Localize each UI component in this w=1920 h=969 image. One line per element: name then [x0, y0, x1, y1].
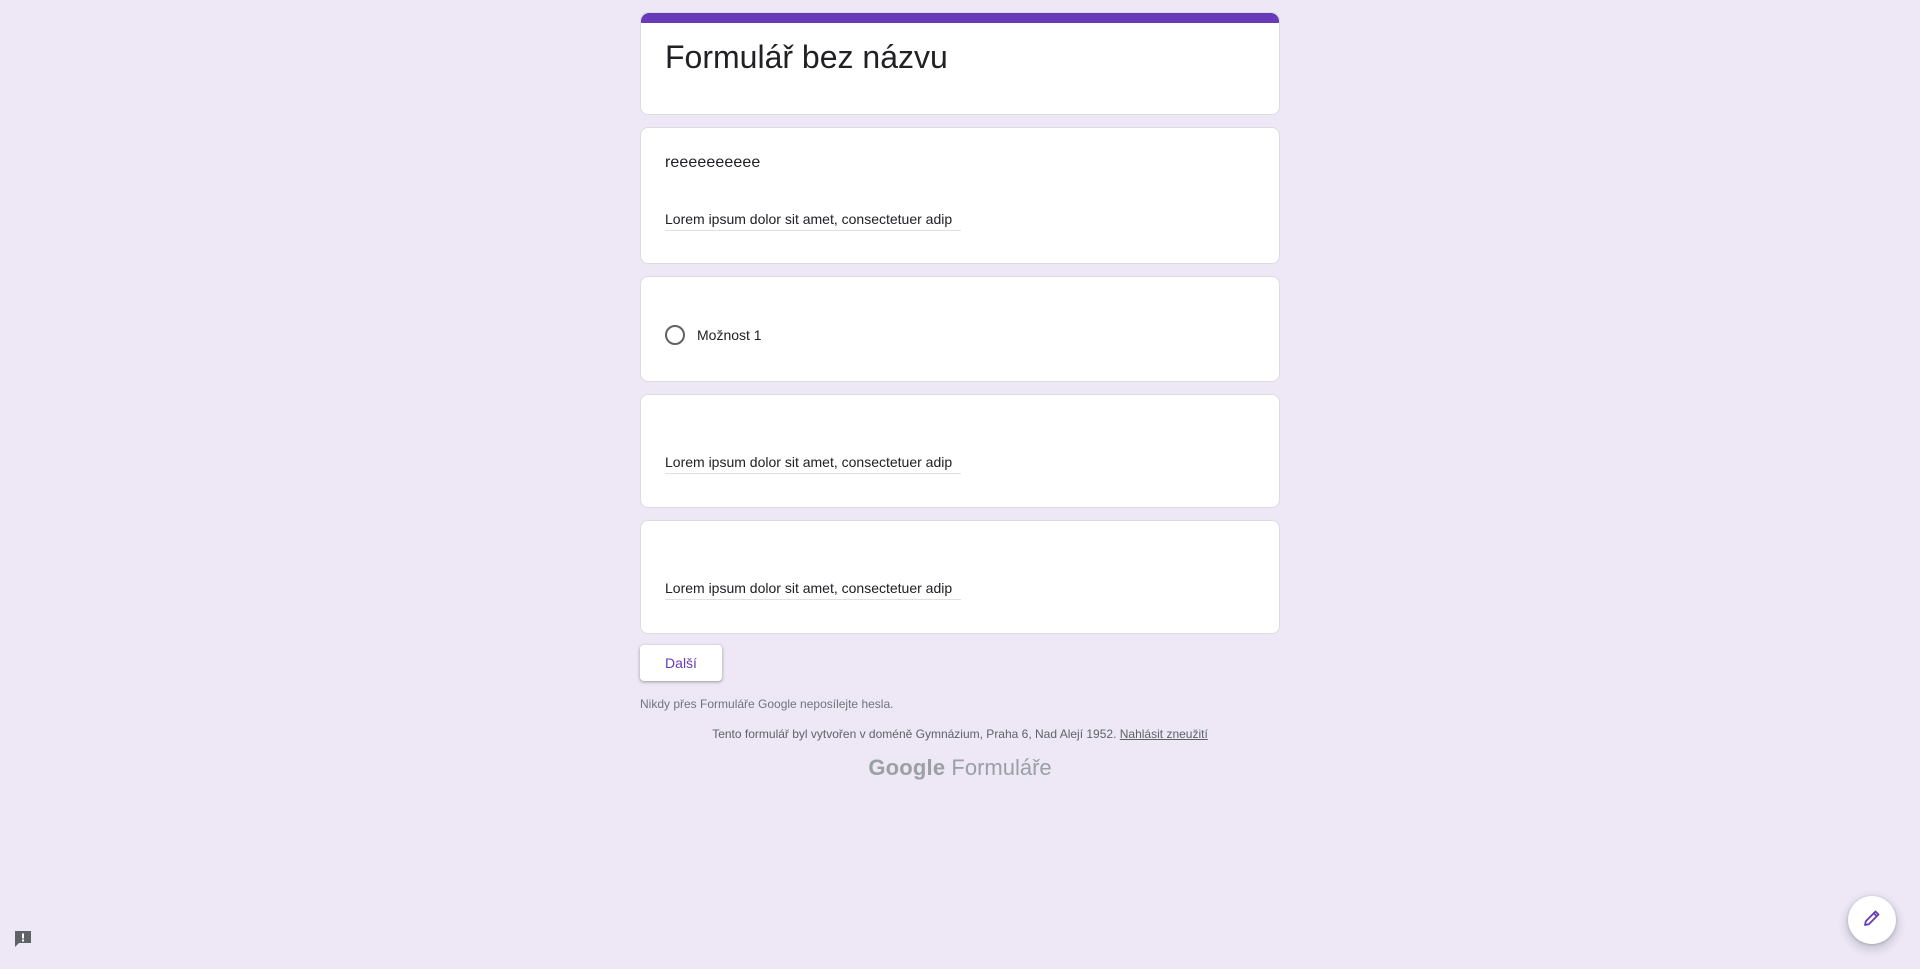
password-warning: Nikdy přes Formuláře Google neposílejte …: [640, 697, 894, 711]
edit-form-button[interactable]: [1848, 896, 1896, 944]
form-accent-bar: [641, 13, 1279, 23]
pencil-icon: [1862, 908, 1882, 933]
report-abuse-link[interactable]: Nahlásit zneužití: [1120, 727, 1208, 741]
brand-google: Google: [868, 755, 946, 780]
form-page: Formulář bez názvu reeeeeeeeee Možnost 1…: [0, 0, 1920, 969]
question-card-4: [640, 520, 1280, 634]
brand-forms: Formuláře: [951, 755, 1052, 780]
short-answer-input[interactable]: [665, 577, 961, 600]
short-answer-input[interactable]: [665, 451, 961, 474]
form-column: Formulář bez názvu reeeeeeeeee Možnost 1…: [640, 12, 1280, 781]
feedback-icon[interactable]: [13, 930, 33, 948]
radio-option-1[interactable]: Možnost 1: [665, 325, 762, 345]
google-forms-logo[interactable]: Google Formuláře: [640, 755, 1280, 781]
domain-note-text: Tento formulář byl vytvořen v doméně Gym…: [712, 727, 1117, 741]
next-button[interactable]: Další: [640, 645, 722, 681]
radio-button[interactable]: [665, 325, 685, 345]
form-title: Formulář bez názvu: [665, 39, 948, 75]
question-title: reeeeeeeeee: [665, 154, 761, 171]
short-answer-input[interactable]: [665, 208, 961, 231]
domain-note: Tento formulář byl vytvořen v doméně Gym…: [640, 727, 1280, 741]
question-card-2: Možnost 1: [640, 276, 1280, 382]
form-header-card: Formulář bez názvu: [640, 12, 1280, 115]
radio-option-label: Možnost 1: [697, 327, 762, 343]
question-card-1: reeeeeeeeee: [640, 127, 1280, 264]
question-card-3: [640, 394, 1280, 508]
